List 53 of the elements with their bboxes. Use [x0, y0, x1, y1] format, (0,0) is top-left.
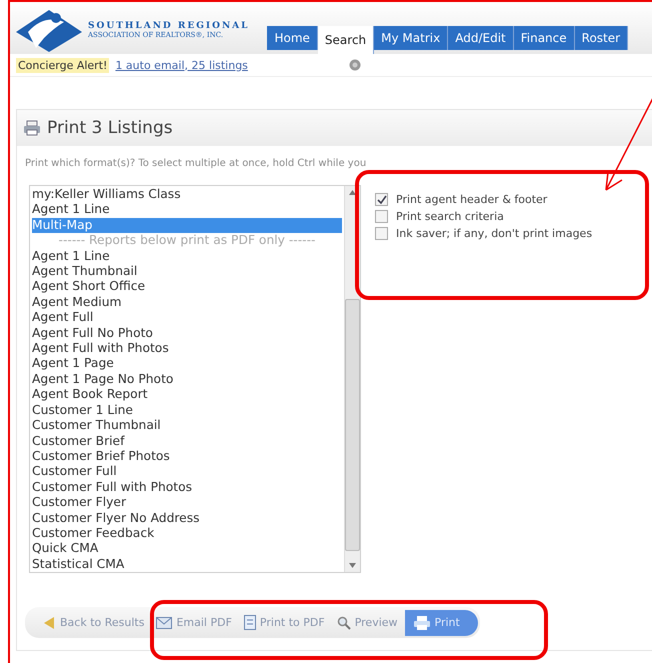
format-option[interactable]: Agent 1 Line	[32, 202, 342, 218]
format-option[interactable]: Customer 1 Line	[32, 402, 342, 418]
alert-label: Concierge Alert!	[16, 58, 110, 72]
envelope-icon	[156, 616, 172, 628]
nav-tab[interactable]: Roster	[574, 26, 628, 50]
document-icon	[244, 615, 256, 630]
checkbox-label: Print search criteria	[396, 210, 504, 223]
format-option[interactable]: Customer Flyer	[32, 495, 342, 511]
scrollbar[interactable]	[344, 186, 360, 572]
format-option[interactable]: Agent 1 Page No Photo	[32, 372, 342, 388]
alert-link[interactable]: 1 auto email, 25 listings	[115, 58, 248, 72]
logo-title: SOUTHLAND REGIONAL	[88, 21, 250, 31]
checkbox[interactable]	[375, 227, 388, 240]
format-option[interactable]: Customer Feedback	[32, 526, 342, 542]
format-list[interactable]	[29, 185, 361, 573]
format-option[interactable]: Agent Short Office	[32, 279, 342, 295]
format-option[interactable]: Customer Flyer No Address	[32, 510, 342, 526]
format-option[interactable]: Customer Brief Photos	[32, 448, 342, 464]
format-option[interactable]: Agent 1 Page	[32, 356, 342, 372]
instructions-text: Print which format(s)? To select multiple at once, hold Ctrl while you	[25, 158, 368, 169]
format-option[interactable]: Agent Full No Photo	[32, 326, 342, 342]
checkbox-label: Print agent header & footer	[396, 193, 548, 206]
checkbox[interactable]	[375, 193, 388, 206]
format-option[interactable]: Customer Full	[32, 464, 342, 480]
checkbox[interactable]	[375, 210, 388, 223]
format-option[interactable]: my:Keller Williams Class	[32, 187, 342, 202]
format-option[interactable]: Agent Medium	[32, 294, 342, 310]
format-option[interactable]: Quick CMA	[32, 541, 342, 557]
nav-tab[interactable]: Home	[267, 26, 318, 50]
format-option[interactable]: Agent Full with Photos	[32, 341, 342, 356]
help-icon[interactable]	[348, 59, 361, 71]
checkbox-label: Ink saver; if any, don't print images	[396, 227, 592, 240]
format-option[interactable]: Agent Thumbnail	[32, 264, 342, 280]
format-option[interactable]: Customer Brief	[32, 434, 342, 449]
printer-icon	[412, 616, 431, 630]
nav-tab[interactable]: Search	[318, 26, 374, 54]
diamond-logo-icon	[14, 8, 84, 52]
panel-title: Print 3 Listings	[47, 118, 173, 138]
nav-tab[interactable]: Add/Edit	[448, 26, 514, 50]
arrow-icon	[42, 616, 56, 630]
nav-tab[interactable]: My Matrix	[374, 26, 448, 50]
format-option[interactable]: Agent 1 Line	[32, 248, 342, 264]
nav-tab[interactable]: Finance	[514, 26, 575, 50]
format-option[interactable]: Agent Book Report	[32, 387, 342, 403]
list-separator: ------ Reports below print as PDF only ------	[58, 233, 316, 249]
printer-icon	[23, 120, 41, 136]
format-option[interactable]: Agent Full	[32, 310, 342, 326]
scroll-down-icon[interactable]	[349, 563, 356, 568]
scroll-up-icon[interactable]	[349, 190, 356, 195]
format-option[interactable]: Customer Full with Photos	[32, 480, 342, 496]
format-option[interactable]: Customer Thumbnail	[32, 418, 342, 434]
magnifier-icon	[336, 616, 351, 630]
format-option[interactable]: Statistical CMA	[32, 556, 342, 572]
